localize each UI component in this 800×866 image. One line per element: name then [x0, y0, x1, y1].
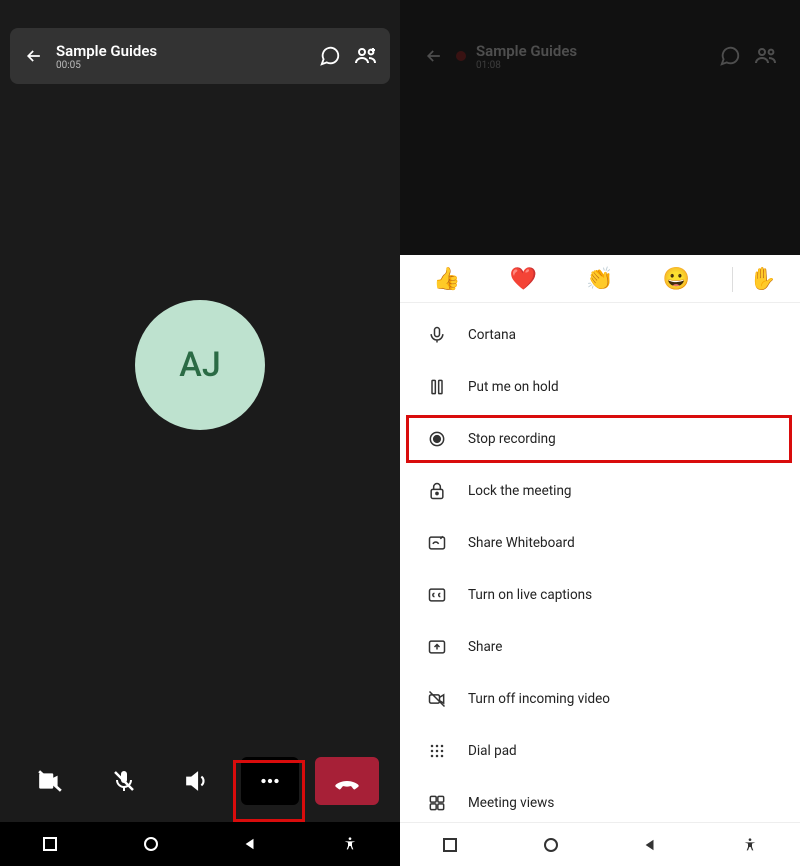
dimmed-header-area: Sample Guides 01:08	[400, 0, 800, 100]
call-timer: 01:08	[476, 60, 577, 71]
menu-lock[interactable]: Lock the meeting	[400, 465, 800, 517]
nav-back-icon[interactable]	[243, 837, 257, 851]
reaction-like[interactable]: 👍	[426, 267, 468, 292]
nav-recent-icon[interactable]	[42, 836, 58, 852]
pause-icon	[426, 376, 448, 398]
nav-accessibility-icon[interactable]	[342, 836, 358, 852]
people-button[interactable]	[352, 42, 380, 70]
camera-off-icon	[426, 688, 448, 710]
menu-share[interactable]: Share	[400, 621, 800, 673]
call-title: Sample Guides	[476, 42, 577, 60]
share-icon	[426, 636, 448, 658]
call-header-right: Sample Guides 01:08	[410, 28, 790, 84]
dialpad-icon	[426, 740, 448, 762]
lock-icon	[426, 480, 448, 502]
nav-accessibility-icon[interactable]	[742, 837, 758, 853]
avatar: AJ	[135, 300, 265, 430]
mic-icon	[426, 324, 448, 346]
mic-off-button[interactable]	[95, 757, 153, 805]
call-screen-left: Sample Guides 00:05 AJ	[0, 0, 400, 866]
call-screen-right: Sample Guides 01:08 👍 ❤️ 👏 😀	[400, 0, 800, 866]
chat-button[interactable]	[716, 42, 744, 70]
menu-whiteboard[interactable]: Share Whiteboard	[400, 517, 800, 569]
menu-dialpad[interactable]: Dial pad	[400, 725, 800, 777]
chat-button[interactable]	[316, 42, 344, 70]
dimmed-gap	[400, 100, 800, 255]
call-toolbar	[0, 746, 400, 816]
whiteboard-icon	[426, 532, 448, 554]
menu-label: Meeting views	[468, 795, 554, 811]
android-nav-right	[400, 822, 800, 866]
nav-home-icon[interactable]	[543, 837, 559, 853]
menu-captions[interactable]: Turn on live captions	[400, 569, 800, 621]
nav-recent-icon[interactable]	[442, 837, 458, 853]
people-button[interactable]	[752, 42, 780, 70]
reaction-heart[interactable]: ❤️	[503, 267, 545, 292]
menu-label: Put me on hold	[468, 379, 559, 395]
call-title: Sample Guides	[56, 42, 157, 60]
title-block: Sample Guides 01:08	[456, 42, 577, 71]
menu-label: Turn on live captions	[468, 587, 592, 603]
more-button[interactable]	[241, 757, 299, 805]
menu-video-off[interactable]: Turn off incoming video	[400, 673, 800, 725]
reaction-applause[interactable]: 👏	[579, 267, 621, 292]
highlight-stop-recording	[406, 415, 792, 463]
cc-icon	[426, 584, 448, 606]
avatar-initials: AJ	[179, 345, 220, 385]
nav-back-icon[interactable]	[643, 838, 657, 852]
menu-stop-recording[interactable]: Stop recording	[400, 413, 800, 465]
reactions-row: 👍 ❤️ 👏 😀 ✋	[400, 255, 800, 303]
menu-hold[interactable]: Put me on hold	[400, 361, 800, 413]
title-block: Sample Guides 00:05	[56, 42, 157, 71]
reaction-laugh[interactable]: 😀	[656, 267, 698, 292]
menu-label: Turn off incoming video	[468, 691, 610, 707]
menu-label: Dial pad	[468, 743, 517, 759]
back-button[interactable]	[20, 42, 48, 70]
call-timer: 00:05	[56, 60, 157, 71]
call-header: Sample Guides 00:05	[10, 28, 390, 84]
menu-label: Share	[468, 639, 502, 655]
grid-icon	[426, 792, 448, 814]
actions-sheet: 👍 ❤️ 👏 😀 ✋ Cortana Put me on hold Stop r…	[400, 255, 800, 866]
menu-label: Share Whiteboard	[468, 535, 575, 551]
menu-cortana[interactable]: Cortana	[400, 309, 800, 361]
menu-label: Cortana	[468, 327, 516, 343]
hangup-button[interactable]	[315, 757, 379, 805]
speaker-button[interactable]	[168, 757, 226, 805]
back-button[interactable]	[420, 42, 448, 70]
recording-indicator-icon	[456, 51, 466, 61]
menu-label: Lock the meeting	[468, 483, 571, 499]
reaction-raise-hand[interactable]: ✋	[732, 267, 774, 292]
nav-home-icon[interactable]	[143, 836, 159, 852]
android-nav-left	[0, 822, 400, 866]
camera-off-button[interactable]	[21, 757, 79, 805]
actions-menu: Cortana Put me on hold Stop recording Lo…	[400, 303, 800, 835]
